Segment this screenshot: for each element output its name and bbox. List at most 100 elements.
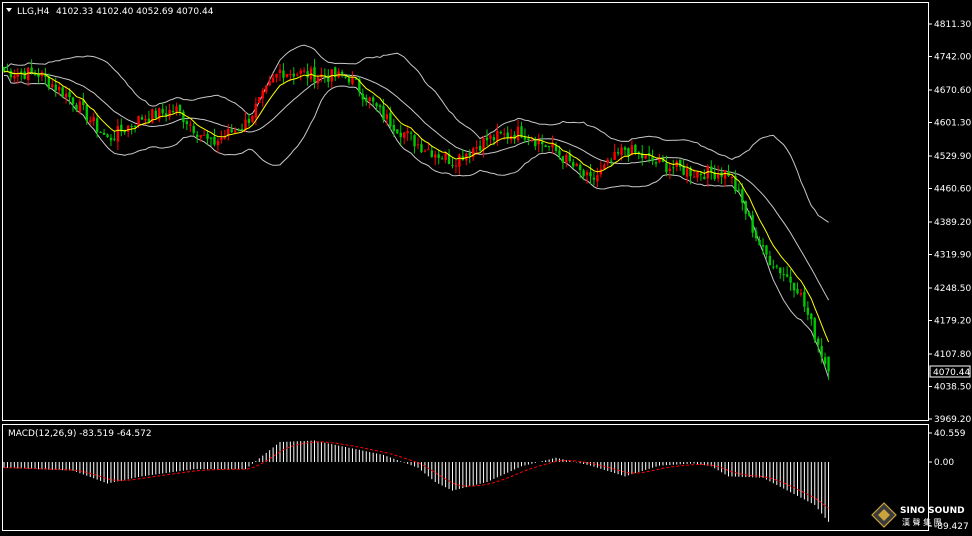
candle-body: [99, 131, 102, 133]
candle-body: [375, 103, 378, 107]
bollinger-bands: [3, 44, 830, 378]
watermark-brand: SINO SOUND: [900, 506, 965, 516]
macd-panel-frame: [2, 424, 929, 531]
candle-body: [130, 126, 133, 128]
candle-body: [468, 153, 471, 156]
candle-body: [668, 168, 672, 172]
candle-body: [741, 189, 744, 203]
candle-body: [810, 313, 813, 320]
candle-body: [765, 245, 768, 255]
candle-body: [282, 70, 285, 78]
bollinger-lower-line: [3, 74, 830, 378]
price-tick-label: 4038.50: [934, 382, 971, 392]
candle-body: [9, 70, 13, 78]
candle-body: [792, 282, 796, 291]
candle-body: [351, 76, 354, 84]
symbol-label: LLG,H4: [17, 7, 50, 17]
candle-body: [92, 117, 95, 122]
candle-body: [737, 189, 741, 191]
candle-body: [109, 137, 113, 141]
candle-body: [240, 128, 244, 130]
candle-body: [30, 67, 33, 73]
candle-body: [444, 153, 447, 161]
candle-body: [723, 170, 727, 179]
candle-body: [161, 109, 164, 114]
candle-body: [382, 106, 385, 120]
candle-body: [116, 126, 120, 142]
candle-body: [133, 126, 137, 128]
candle-body: [409, 132, 413, 134]
candle-body: [451, 165, 454, 167]
candle-body: [527, 138, 530, 140]
candle-body: [54, 84, 57, 91]
candle-body: [61, 87, 64, 97]
candle-body: [485, 137, 489, 141]
candle-body: [2, 66, 6, 72]
candle-body: [113, 138, 116, 140]
candle-body: [144, 118, 147, 121]
macd-signal-line: [3, 441, 829, 509]
candle-body: [102, 132, 106, 135]
candle-body: [192, 126, 195, 133]
candle-body: [489, 135, 492, 139]
candle-body: [748, 212, 751, 216]
candle-body: [430, 150, 433, 157]
candle-body: [440, 158, 444, 160]
candle-body: [75, 104, 78, 110]
price-tick-label: 4179.20: [934, 316, 971, 326]
candle-body: [413, 135, 416, 147]
candle-body: [337, 71, 340, 78]
candle-body: [199, 135, 202, 138]
candle-body: [585, 172, 589, 176]
candle-body: [58, 86, 61, 91]
candle-body: [154, 110, 157, 119]
candle-body: [779, 267, 782, 274]
candle-body: [610, 160, 613, 162]
candle-body: [592, 177, 596, 180]
price-tick-label: 4742.00: [934, 53, 971, 63]
candle-body: [499, 131, 502, 134]
price-panel-frame: [2, 2, 929, 421]
symbol-dropdown-icon[interactable]: [6, 8, 12, 12]
price-tick-label: 4319.90: [934, 250, 971, 260]
price-tick-label: 4811.30: [934, 20, 971, 30]
price-tick-label: 4529.90: [934, 152, 971, 162]
candle-body: [299, 70, 302, 74]
candle-body: [365, 97, 368, 102]
candle-body: [758, 239, 761, 246]
candle-body: [185, 121, 189, 125]
candle-body: [292, 73, 295, 77]
candle-body: [78, 101, 82, 112]
price-tick-label: 4107.80: [934, 350, 971, 360]
candle-body: [302, 70, 306, 72]
candle-body: [396, 129, 399, 134]
candle-body: [427, 149, 430, 151]
candle-body: [616, 152, 620, 154]
candle-body: [389, 112, 392, 127]
candle-body: [596, 175, 599, 182]
candle-body: [106, 134, 109, 138]
candle-body: [285, 73, 289, 77]
candle-body: [347, 78, 351, 83]
candle-body: [685, 168, 689, 177]
candle-body: [699, 173, 703, 175]
candle-body: [403, 132, 406, 138]
ma-line: [3, 70, 830, 343]
candle-body: [492, 137, 496, 141]
candle-body: [434, 154, 437, 158]
macd-signal-path: [3, 441, 829, 509]
macd-axis: 40.5590.00-89.427: [928, 429, 969, 532]
macd-label: MACD(12,26,9) -83.519 -64.572: [8, 429, 152, 439]
candle-body: [189, 124, 192, 126]
candle-body: [89, 120, 92, 123]
trading-chart[interactable]: LLG,H4 4102.33 4102.40 4052.69 4070.44 4…: [0, 0, 972, 536]
candle-body: [547, 145, 551, 147]
candle-body: [368, 97, 371, 101]
candle-body: [140, 117, 144, 120]
candle-body: [95, 118, 99, 132]
watermark-chinese: 漢 聲 集 團: [902, 517, 942, 527]
candle-body: [406, 131, 409, 134]
candle-body: [782, 274, 785, 276]
candle-body: [537, 139, 540, 145]
candle-body: [703, 176, 706, 180]
